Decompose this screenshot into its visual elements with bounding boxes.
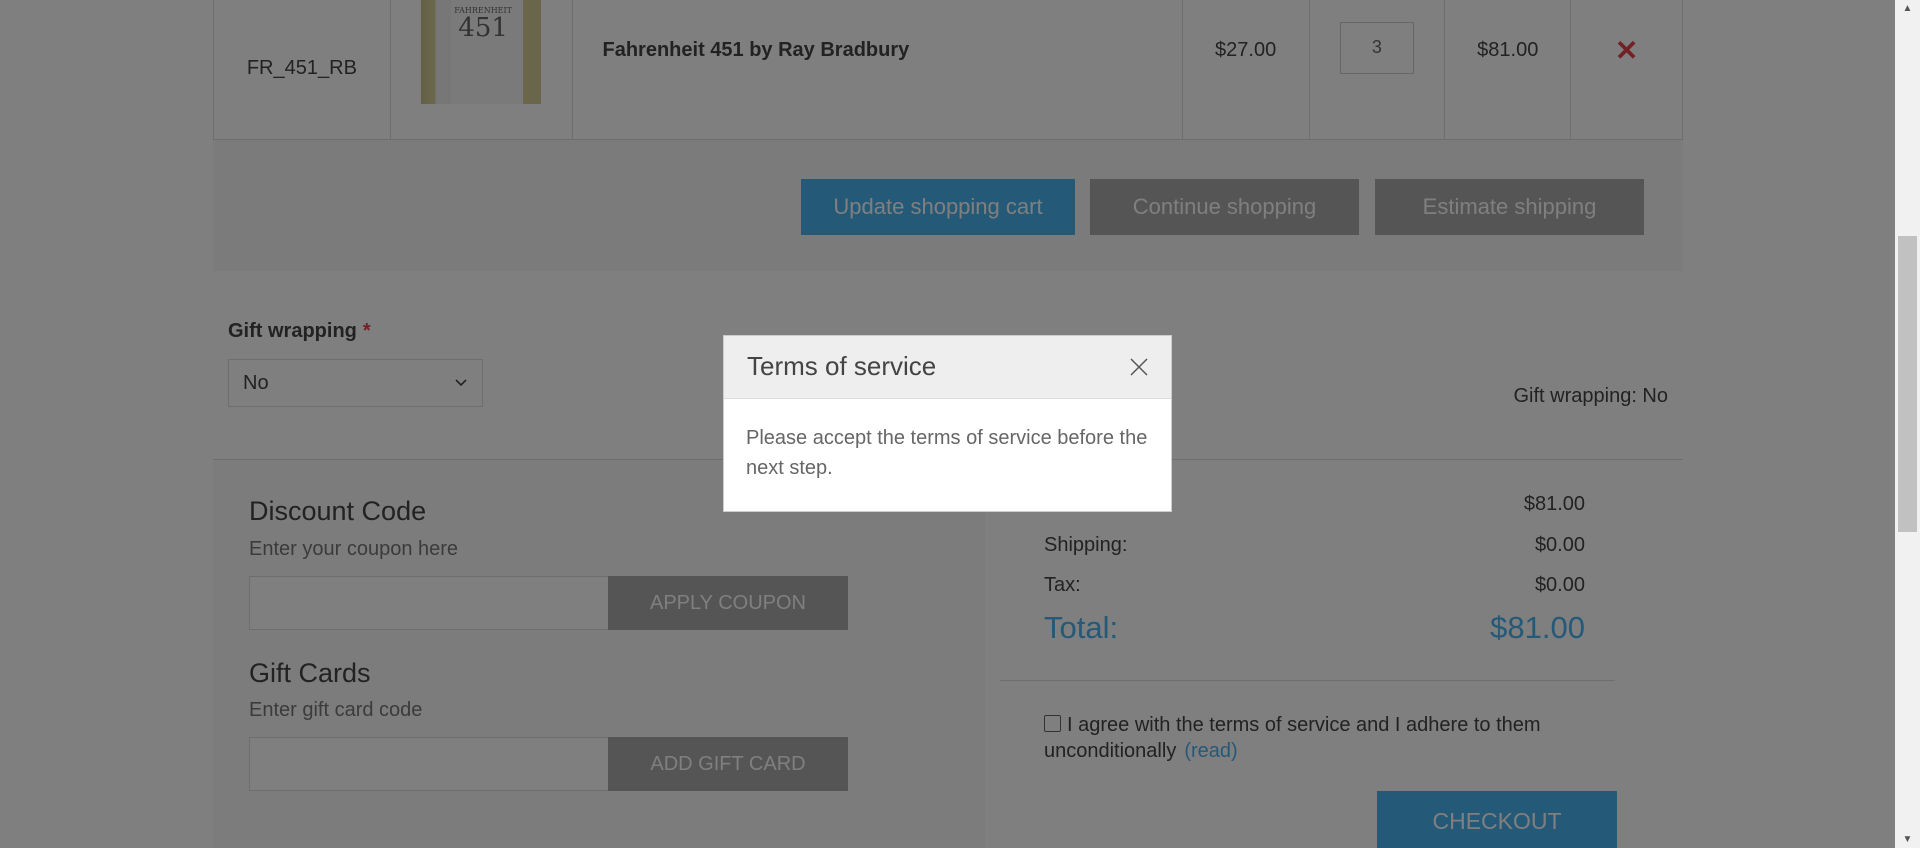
dialog-title: Terms of service <box>747 351 937 381</box>
scrollbar-thumb[interactable] <box>1898 236 1917 532</box>
scroll-down-arrow-icon[interactable]: ▼ <box>1895 831 1920 848</box>
dialog-header: Terms of service <box>724 336 1171 399</box>
terms-of-service-dialog: Terms of service Please accept the terms… <box>723 335 1172 512</box>
close-icon[interactable] <box>1127 355 1151 379</box>
shopping-cart-page: FR_451_RB FAHRENHEIT 451 Fahrenheit 451 … <box>0 0 1895 848</box>
scroll-up-arrow-icon[interactable]: ▲ <box>1895 0 1920 17</box>
dialog-message: Please accept the terms of service befor… <box>746 427 1148 479</box>
vertical-scrollbar[interactable]: ▲ ▼ <box>1895 0 1920 848</box>
